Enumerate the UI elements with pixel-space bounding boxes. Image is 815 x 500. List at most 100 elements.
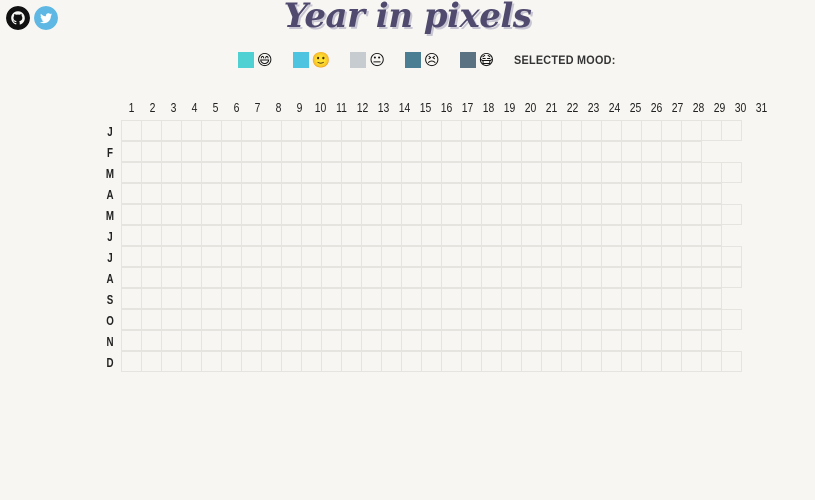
day-pixel[interactable] [441, 120, 462, 141]
day-pixel[interactable] [201, 204, 222, 225]
day-pixel[interactable] [301, 120, 322, 141]
day-pixel[interactable] [381, 267, 402, 288]
day-pixel[interactable] [501, 120, 522, 141]
day-pixel[interactable] [221, 204, 242, 225]
day-pixel[interactable] [241, 120, 262, 141]
day-pixel[interactable] [381, 225, 402, 246]
day-pixel[interactable] [321, 246, 342, 267]
day-pixel[interactable] [201, 246, 222, 267]
day-pixel[interactable] [121, 309, 142, 330]
day-pixel[interactable] [681, 183, 702, 204]
mood-swatch[interactable] [404, 52, 421, 68]
day-pixel[interactable] [701, 309, 722, 330]
day-pixel[interactable] [561, 330, 582, 351]
day-pixel[interactable] [341, 288, 362, 309]
day-pixel[interactable] [621, 309, 642, 330]
day-pixel[interactable] [721, 267, 742, 288]
day-pixel[interactable] [341, 225, 362, 246]
day-pixel[interactable] [621, 267, 642, 288]
day-pixel[interactable] [281, 267, 302, 288]
day-pixel[interactable] [441, 288, 462, 309]
day-pixel[interactable] [401, 246, 422, 267]
day-pixel[interactable] [361, 225, 382, 246]
day-pixel[interactable] [121, 225, 142, 246]
day-pixel[interactable] [521, 225, 542, 246]
day-pixel[interactable] [401, 162, 422, 183]
day-pixel[interactable] [721, 309, 742, 330]
day-pixel[interactable] [381, 120, 402, 141]
day-pixel[interactable] [441, 246, 462, 267]
day-pixel[interactable] [221, 330, 242, 351]
day-pixel[interactable] [601, 183, 622, 204]
day-pixel[interactable] [701, 351, 722, 372]
day-pixel[interactable] [661, 309, 682, 330]
day-pixel[interactable] [301, 267, 322, 288]
day-pixel[interactable] [281, 246, 302, 267]
day-pixel[interactable] [361, 330, 382, 351]
day-pixel[interactable] [481, 246, 502, 267]
day-pixel[interactable] [421, 246, 442, 267]
day-pixel[interactable] [541, 225, 562, 246]
day-pixel[interactable] [381, 204, 402, 225]
day-pixel[interactable] [261, 204, 282, 225]
day-pixel[interactable] [441, 267, 462, 288]
day-pixel[interactable] [641, 204, 662, 225]
day-pixel[interactable] [301, 225, 322, 246]
day-pixel[interactable] [381, 183, 402, 204]
day-pixel[interactable] [321, 288, 342, 309]
day-pixel[interactable] [241, 351, 262, 372]
mood-option-1[interactable]: 😄 [238, 52, 273, 68]
day-pixel[interactable] [321, 351, 342, 372]
day-pixel[interactable] [401, 141, 422, 162]
day-pixel[interactable] [581, 204, 602, 225]
day-pixel[interactable] [141, 351, 162, 372]
day-pixel[interactable] [641, 141, 662, 162]
mood-option-5[interactable]: 😷 [459, 52, 494, 68]
day-pixel[interactable] [301, 183, 322, 204]
day-pixel[interactable] [701, 330, 722, 351]
day-pixel[interactable] [441, 351, 462, 372]
day-pixel[interactable] [241, 267, 262, 288]
day-pixel[interactable] [381, 288, 402, 309]
day-pixel[interactable] [401, 204, 422, 225]
day-pixel[interactable] [281, 204, 302, 225]
day-pixel[interactable] [141, 288, 162, 309]
day-pixel[interactable] [261, 120, 282, 141]
day-pixel[interactable] [541, 288, 562, 309]
day-pixel[interactable] [261, 351, 282, 372]
day-pixel[interactable] [401, 267, 422, 288]
day-pixel[interactable] [461, 204, 482, 225]
day-pixel[interactable] [701, 288, 722, 309]
day-pixel[interactable] [121, 330, 142, 351]
day-pixel[interactable] [321, 225, 342, 246]
day-pixel[interactable] [201, 162, 222, 183]
day-pixel[interactable] [201, 225, 222, 246]
day-pixel[interactable] [541, 330, 562, 351]
day-pixel[interactable] [481, 351, 502, 372]
day-pixel[interactable] [141, 267, 162, 288]
day-pixel[interactable] [661, 162, 682, 183]
day-pixel[interactable] [601, 162, 622, 183]
day-pixel[interactable] [281, 288, 302, 309]
day-pixel[interactable] [641, 309, 662, 330]
day-pixel[interactable] [521, 309, 542, 330]
day-pixel[interactable] [161, 162, 182, 183]
day-pixel[interactable] [321, 204, 342, 225]
day-pixel[interactable] [361, 351, 382, 372]
day-pixel[interactable] [701, 204, 722, 225]
day-pixel[interactable] [421, 225, 442, 246]
day-pixel[interactable] [421, 330, 442, 351]
day-pixel[interactable] [481, 204, 502, 225]
day-pixel[interactable] [681, 309, 702, 330]
day-pixel[interactable] [141, 330, 162, 351]
day-pixel[interactable] [221, 288, 242, 309]
day-pixel[interactable] [361, 183, 382, 204]
day-pixel[interactable] [261, 183, 282, 204]
day-pixel[interactable] [141, 309, 162, 330]
day-pixel[interactable] [441, 141, 462, 162]
day-pixel[interactable] [601, 309, 622, 330]
day-pixel[interactable] [181, 183, 202, 204]
day-pixel[interactable] [501, 246, 522, 267]
day-pixel[interactable] [201, 120, 222, 141]
day-pixel[interactable] [221, 141, 242, 162]
